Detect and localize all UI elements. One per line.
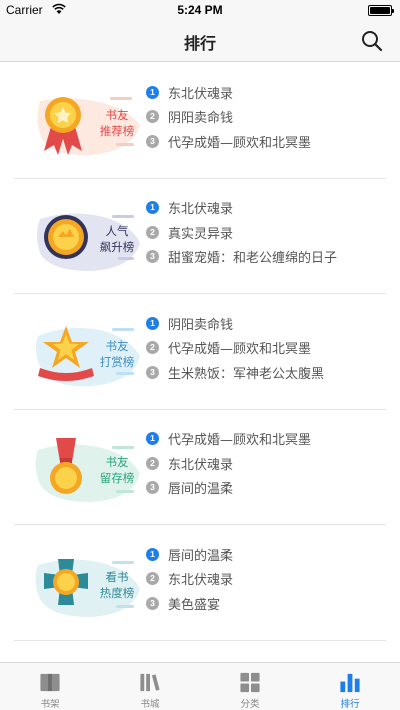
book-title: 唇间的温柔 [168, 548, 234, 564]
list-item[interactable]: 2 真实灵异录 [146, 220, 337, 245]
retention-ranking-badge: 书友 留存榜 [32, 428, 144, 508]
book-entries: 1 阴阳卖命钱 2 代孕成婚—顾欢和北冥墨 3 生米熟饭：军神老公太腹黑 [146, 311, 324, 385]
list-item[interactable]: 3 甜蜜宠婚：和老公缠绵的日子 [146, 245, 337, 270]
list-item[interactable]: 3 美色盛宴 [146, 591, 233, 616]
badge-label-line1: 书友 [105, 339, 129, 353]
badge-label: 看书 热度榜 [94, 569, 140, 601]
list-item[interactable]: 2 阴阳卖命钱 [146, 105, 311, 130]
book-title: 真实灵异录 [168, 226, 234, 242]
book-title: 唇间的温柔 [168, 482, 234, 498]
rank-number-badge: 3 [146, 596, 159, 610]
tab-label: 书城 [140, 699, 160, 710]
badge-label: 书友 留存榜 [94, 454, 140, 486]
badge-label-line1: 人气 [105, 223, 129, 238]
book-title: 代孕成婚—顾欢和北冥墨 [168, 433, 312, 449]
badge-label: 书友 推荐榜 [94, 107, 140, 139]
page-title: 排行 [183, 34, 216, 53]
book-title: 美色盛宴 [168, 597, 221, 613]
badge-label-line2: 热度榜 [99, 586, 135, 600]
book-title: 代孕成婚—顾欢和北冥墨 [168, 135, 312, 151]
tab-label: 排行 [340, 699, 360, 710]
recommend-ranking-badge: 书友 推荐榜 [32, 81, 144, 161]
clock: 5:24 PM [177, 3, 223, 17]
hotness-ranking-badge: 看书 热度榜 [32, 543, 144, 623]
rank-number-badge: 3 [146, 134, 159, 148]
tab-label: 分类 [240, 699, 260, 710]
rank-number-badge: 2 [146, 456, 159, 470]
tab-bar: 书架 书城 分类 排行 [0, 662, 400, 710]
rank-number-badge: 1 [146, 85, 159, 99]
ranking-list: 书友 推荐榜 1 东北伏魂录 2 阴阳卖命钱 3 代孕成婚—顾欢和北冥墨 人气 … [0, 63, 400, 641]
tab-category[interactable]: 分类 [200, 663, 300, 710]
popularity-ranking-badge: 人气 飙升榜 [32, 197, 144, 277]
book-entries: 1 代孕成婚—顾欢和北冥墨 2 东北伏魂录 3 唇间的温柔 [146, 427, 311, 501]
bookstore-icon [140, 673, 160, 692]
tab-bookstore[interactable]: 书城 [100, 663, 200, 710]
book-title: 东北伏魂录 [168, 457, 234, 473]
list-item[interactable]: 1 代孕成婚—顾欢和北冥墨 [146, 427, 311, 452]
list-item[interactable]: 2 东北伏魂录 [146, 567, 233, 592]
rank-number-badge: 1 [146, 201, 159, 215]
list-item[interactable]: 2 代孕成婚—顾欢和北冥墨 [146, 336, 324, 361]
tab-label: 书架 [40, 699, 60, 710]
tab-bookshelf[interactable]: 书架 [0, 663, 100, 710]
list-item[interactable]: 3 生米熟饭：军神老公太腹黑 [146, 360, 324, 385]
list-item[interactable]: 1 阴阳卖命钱 [146, 311, 324, 336]
badge-label: 人气 飙升榜 [94, 223, 140, 255]
book-title: 甜蜜宠婚：和老公缠绵的日子 [168, 251, 338, 267]
rank-number-badge: 3 [146, 250, 159, 264]
book-entries: 1 东北伏魂录 2 真实灵异录 3 甜蜜宠婚：和老公缠绵的日子 [146, 196, 337, 270]
badge-label-line1: 书友 [105, 108, 129, 122]
reward-ranking-badge: 书友 打赏榜 [32, 312, 144, 392]
badge-label-line1: 看书 [105, 570, 129, 584]
list-item[interactable]: 1 东北伏魂录 [146, 196, 337, 221]
book-title: 代孕成婚—顾欢和北冥墨 [168, 342, 312, 358]
ranking-card[interactable]: 看书 热度榜 1 唇间的温柔 2 东北伏魂录 3 美色盛宴 [14, 525, 386, 641]
rank-number-badge: 2 [146, 572, 159, 586]
book-entries: 1 唇间的温柔 2 东北伏魂录 3 美色盛宴 [146, 542, 233, 616]
ranking-card[interactable]: 书友 留存榜 1 代孕成婚—顾欢和北冥墨 2 东北伏魂录 3 唇间的温柔 [14, 410, 386, 525]
rank-number-badge: 3 [146, 481, 159, 495]
book-title: 东北伏魂录 [168, 573, 234, 589]
tab-ranking[interactable]: 排行 [300, 663, 400, 710]
rank-number-badge: 2 [146, 225, 159, 239]
status-bar: Carrier 5:24 PM [0, 0, 400, 20]
ranking-card[interactable]: 书友 打赏榜 1 阴阳卖命钱 2 代孕成婚—顾欢和北冥墨 3 生米熟饭：军神老公… [14, 294, 386, 410]
rank-number-badge: 3 [146, 365, 159, 379]
rank-number-badge: 1 [146, 432, 159, 446]
navigation-bar: 排行 [0, 20, 400, 62]
search-icon[interactable] [360, 29, 384, 53]
book-entries: 1 东北伏魂录 2 阴阳卖命钱 3 代孕成婚—顾欢和北冥墨 [146, 80, 311, 154]
book-title: 东北伏魂录 [168, 86, 234, 102]
book-title: 生米熟饭：军神老公太腹黑 [168, 366, 325, 382]
list-item[interactable]: 3 唇间的温柔 [146, 476, 311, 501]
list-item[interactable]: 2 东北伏魂录 [146, 451, 311, 476]
book-title: 阴阳卖命钱 [168, 317, 234, 333]
list-item[interactable]: 1 东北伏魂录 [146, 80, 311, 105]
ranking-icon [340, 673, 360, 693]
badge-label-line1: 书友 [105, 454, 129, 469]
rank-number-badge: 2 [146, 341, 159, 355]
rank-number-badge: 2 [146, 110, 159, 124]
book-title: 阴阳卖命钱 [168, 111, 234, 127]
badge-label-line2: 推荐榜 [99, 124, 135, 138]
badge-label: 书友 打赏榜 [94, 338, 140, 370]
badge-label-line2: 打赏榜 [99, 355, 135, 369]
ranking-card[interactable]: 书友 推荐榜 1 东北伏魂录 2 阴阳卖命钱 3 代孕成婚—顾欢和北冥墨 [14, 63, 386, 179]
rank-number-badge: 1 [146, 316, 159, 330]
ranking-card[interactable]: 人气 飙升榜 1 东北伏魂录 2 真实灵异录 3 甜蜜宠婚：和老公缠绵的日子 [14, 179, 386, 294]
rank-number-badge: 1 [146, 547, 159, 561]
badge-label-line2: 留存榜 [99, 470, 135, 485]
bookshelf-icon [40, 673, 60, 692]
battery-icon [368, 5, 394, 16]
badge-label-line2: 飙升榜 [99, 239, 135, 254]
list-item[interactable]: 1 唇间的温柔 [146, 542, 233, 567]
list-item[interactable]: 3 代孕成婚—顾欢和北冥墨 [146, 129, 311, 154]
category-icon [240, 672, 260, 693]
book-title: 东北伏魂录 [168, 202, 234, 218]
